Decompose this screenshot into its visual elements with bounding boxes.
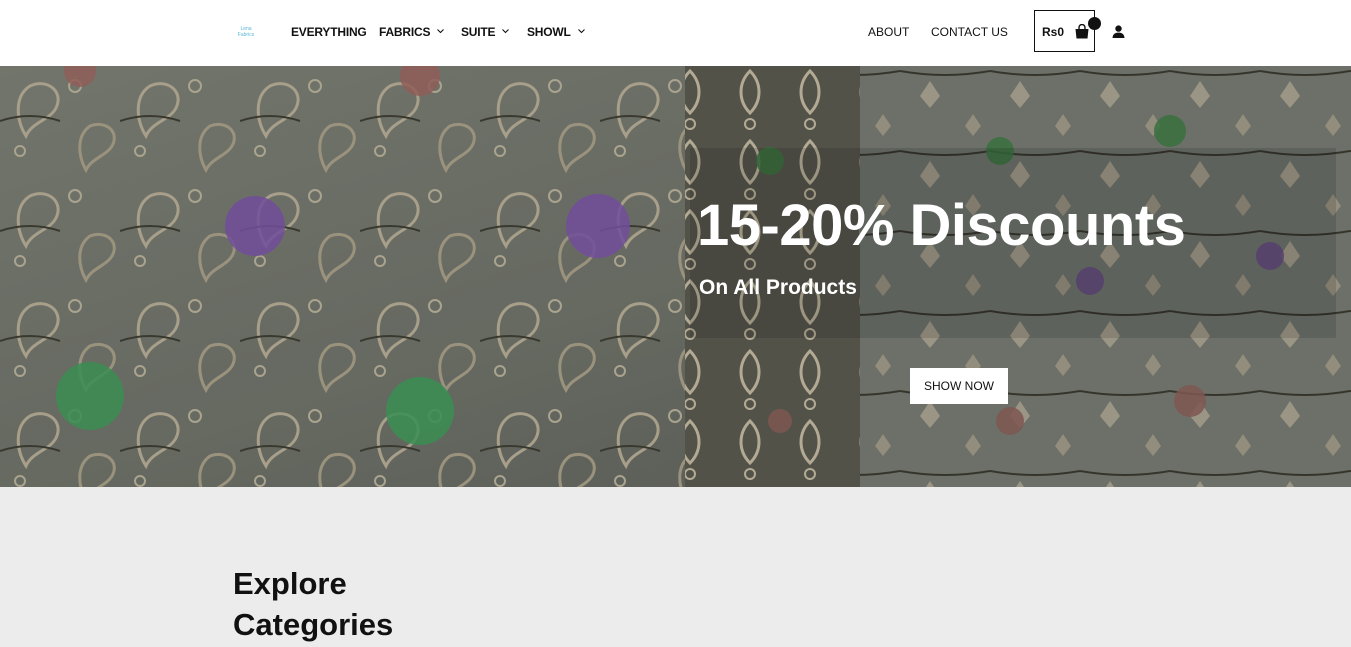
shopping-bag-icon xyxy=(1075,24,1089,39)
nav-label: SHOWL xyxy=(527,25,571,39)
nav-label: EVERYTHING xyxy=(291,25,367,39)
site-logo[interactable]: Lena Fabrics xyxy=(236,26,256,38)
nav-item-fabrics[interactable]: FABRICS xyxy=(379,25,445,39)
chevron-down-icon xyxy=(502,29,510,34)
nav-item-everything[interactable]: EVERYTHING xyxy=(291,25,367,39)
cart-badge xyxy=(1088,17,1101,30)
hero-title: 15-20% Discounts xyxy=(697,193,1186,258)
site-header: Lena Fabrics EVERYTHING FABRICS SUITE SH… xyxy=(0,0,1351,66)
fabric-background-image xyxy=(0,66,1351,487)
nav-label: SUITE xyxy=(461,25,496,39)
hero-banner: 15-20% Discounts On All Products SHOW NO… xyxy=(0,66,1351,487)
nav-label: CONTACT US xyxy=(931,25,1008,39)
nav-label: ABOUT xyxy=(868,25,910,39)
cart-total: Rs0 xyxy=(1042,25,1065,39)
nav-item-suite[interactable]: SUITE xyxy=(461,25,510,39)
chevron-down-icon xyxy=(577,29,585,34)
logo-text: Lena Fabrics xyxy=(237,26,255,38)
user-icon[interactable] xyxy=(1112,25,1125,38)
section-title: Explore Categories xyxy=(233,566,394,642)
nav-item-showl[interactable]: SHOWL xyxy=(527,25,585,39)
cart-button[interactable]: Rs0 xyxy=(1034,10,1101,52)
hero-subtitle: On All Products xyxy=(699,276,857,299)
shop-now-button[interactable]: SHOW NOW xyxy=(910,368,1008,404)
chevron-down-icon xyxy=(437,29,445,34)
nav-link-about[interactable]: ABOUT xyxy=(868,25,909,39)
nav-link-contact[interactable]: CONTACT US xyxy=(931,25,1008,39)
nav-label: FABRICS xyxy=(379,25,431,39)
